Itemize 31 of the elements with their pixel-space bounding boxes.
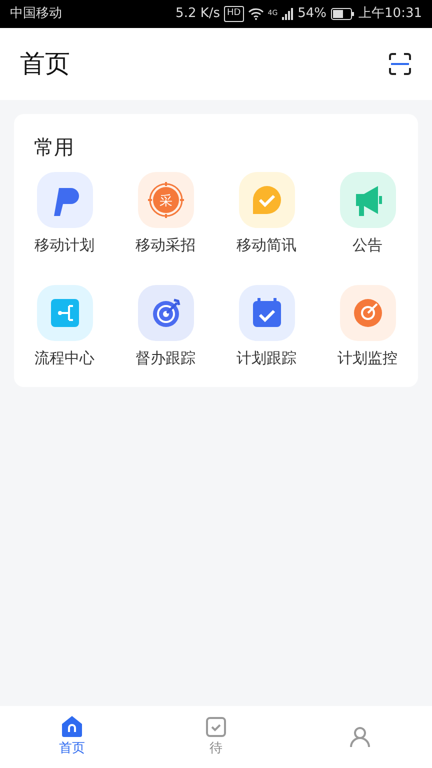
- shortcut-label[interactable]: 流程中心: [34, 346, 94, 369]
- icon-glyph: 采: [159, 194, 172, 209]
- network-speed: 5.2 K/s: [176, 5, 220, 24]
- carrier-name: 中国移动: [10, 5, 62, 24]
- home-icon: [60, 715, 84, 738]
- shortcut-label[interactable]: 督办跟踪: [136, 346, 196, 369]
- shortcut-label[interactable]: 计划跟踪: [236, 346, 296, 369]
- shortcut-label[interactable]: 公告: [352, 234, 382, 256]
- shortcut-label[interactable]: 移动简讯: [236, 234, 296, 256]
- wifi-icon: [248, 8, 264, 20]
- section-title: 常用: [33, 134, 75, 161]
- chat-check-icon[interactable]: [238, 172, 294, 228]
- clock: 上午10:31: [358, 5, 422, 24]
- tab[interactable]: 首页: [0, 706, 144, 768]
- battery-percent: 54%: [298, 5, 327, 24]
- clipboard-icon: [204, 715, 228, 738]
- hd-badge: HD: [224, 6, 244, 22]
- shortcut-label[interactable]: 移动采招: [136, 234, 196, 256]
- scan-icon[interactable]: [388, 52, 412, 76]
- battery-icon: [330, 8, 355, 20]
- page-title: 首页: [20, 48, 70, 80]
- gauge-icon[interactable]: [340, 284, 396, 340]
- flowchart-icon[interactable]: [36, 284, 92, 340]
- megaphone-icon[interactable]: [340, 172, 396, 228]
- calendar-check-icon[interactable]: [238, 284, 294, 340]
- person-icon: [348, 726, 372, 748]
- shortcut-label[interactable]: 移动计划: [34, 234, 94, 256]
- shortcut-label[interactable]: 计划监控: [338, 346, 398, 369]
- signal-icon: [282, 8, 294, 20]
- tab[interactable]: 待: [144, 706, 288, 768]
- p-flag-icon[interactable]: [36, 172, 92, 228]
